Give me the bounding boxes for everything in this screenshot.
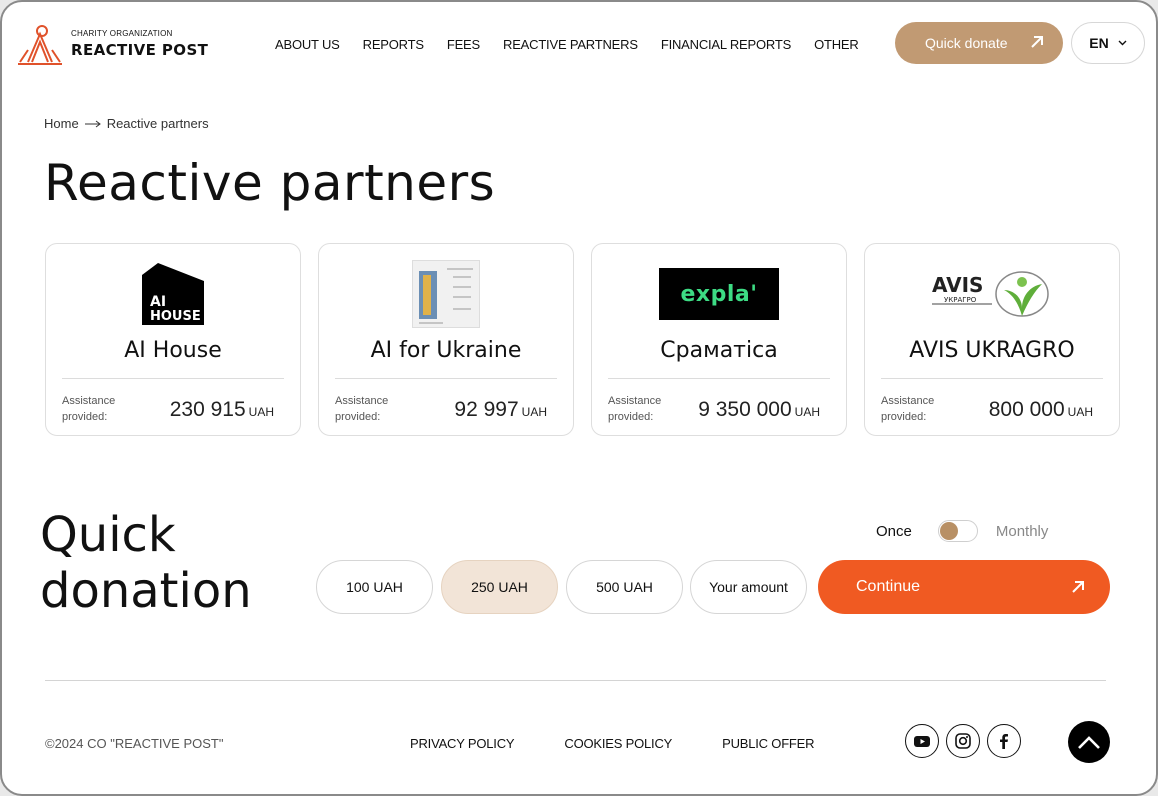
assistance-amount: 92 997 UAH [454,398,547,422]
chevron-up-icon [1078,736,1100,749]
page-title: Reactive partners [44,154,496,212]
amount-value: 9 350 000 [698,398,792,421]
site-logo[interactable]: CHARITY ORGANIZATION REACTIVE POST [16,22,208,66]
language-label: EN [1089,35,1109,51]
svg-text:AI: AI [150,294,166,310]
logo-tagline: CHARITY ORGANIZATION [71,29,173,38]
amount-value: 800 000 [988,398,1065,421]
assistance-label: Assistance provided: [608,395,662,423]
svg-text:УКРАГРО: УКРАГРО [944,296,977,304]
nav-financial-reports[interactable]: FINANCIAL REPORTS [661,37,791,52]
amount-currency: UAH [521,405,547,419]
partner-card[interactable]: AVIS УКРАГРО AVIS UKRAGRO Assistance pro… [864,243,1120,436]
quick-donate-button[interactable]: Quick donate [895,22,1063,64]
breadcrumb: Home Reactive partners [44,116,209,131]
card-divider [608,378,830,379]
partner-card[interactable]: AI for Ukraine Assistance provided: 92 9… [318,243,574,436]
amount-currency: UAH [1067,405,1093,419]
amount-currency: UAH [794,405,820,419]
partner-name: AI House [124,338,222,363]
card-divider [62,378,284,379]
aihouse-logo: AI HOUSE [142,263,204,325]
card-divider [335,378,557,379]
partner-name: AI for Ukraine [370,338,522,363]
instagram-link[interactable] [946,724,980,758]
privacy-policy-link[interactable]: PRIVACY POLICY [410,736,515,751]
partner-name: Cpaматica [660,338,778,363]
main-nav: ABOUT US REPORTS FEES REACTIVE PARTNERS … [275,37,882,52]
poster-logo [412,260,480,328]
public-offer-link[interactable]: PUBLIC OFFER [722,736,814,751]
nav-fees[interactable]: FEES [447,37,480,52]
assistance-label: Assistance provided: [881,395,935,423]
footer-divider [45,680,1106,681]
cookies-policy-link[interactable]: COOKIES POLICY [564,736,672,751]
assistance-label: Assistance provided: [335,395,389,423]
monthly-label[interactable]: Monthly [996,523,1049,540]
svg-text:AVIS: AVIS [932,273,983,297]
partner-cards: AI HOUSE AI House Assistance provided: 2… [45,243,1120,436]
partner-card[interactable]: expla' Cpaматica Assistance provided: 9 … [591,243,847,436]
breadcrumb-current: Reactive partners [106,116,209,131]
amount-250-button[interactable]: 250 UAH [441,560,558,614]
amount-value: 92 997 [454,398,519,421]
copyright: ©2024 CO "REACTIVE POST" [45,736,224,751]
nav-other[interactable]: OTHER [814,37,859,52]
amount-value: 230 915 [169,398,246,421]
assistance-amount: 800 000 UAH [989,398,1093,422]
partner-card[interactable]: AI HOUSE AI House Assistance provided: 2… [45,243,301,436]
instagram-icon [955,733,971,749]
facebook-link[interactable] [987,724,1021,758]
amount-500-button[interactable]: 500 UAH [566,560,683,614]
quick-donation-title-line1: Quick [40,507,176,563]
card-divider [881,378,1103,379]
logo-name: REACTIVE POST [71,41,209,59]
assistance-label: Assistance provided: [62,395,116,423]
footer-links: PRIVACY POLICY COOKIES POLICY PUBLIC OFF… [410,736,864,751]
custom-amount-button[interactable]: Your amount [690,560,807,614]
quick-donation-title-line2: donation [40,563,252,619]
social-links [905,724,1021,758]
back-to-top-button[interactable] [1068,721,1110,763]
partner-name: AVIS UKRAGRO [909,338,1075,363]
nav-reports[interactable]: REPORTS [363,37,424,52]
nav-about-us[interactable]: ABOUT US [275,37,340,52]
youtube-link[interactable] [905,724,939,758]
arrow-right-icon [84,120,101,127]
chevron-down-icon [1118,40,1127,46]
toggle-knob [939,522,958,540]
continue-label: Continue [856,578,921,595]
facebook-icon [1000,734,1008,749]
nav-reactive-partners[interactable]: REACTIVE PARTNERS [503,37,638,52]
avis-logo: AVIS УКРАГРО [932,271,1049,317]
svg-text:HOUSE: HOUSE [150,309,201,324]
continue-button[interactable]: Continue [818,560,1110,614]
bird-logo-icon [18,25,62,65]
quick-donate-label: Quick donate [925,35,1008,51]
quick-donation-title: Quick donation [40,507,252,619]
youtube-icon [914,736,930,747]
page: CHARITY ORGANIZATION REACTIVE POST ABOUT… [0,0,1158,796]
amount-100-button[interactable]: 100 UAH [316,560,433,614]
explaa-logo: expla' [659,268,779,320]
breadcrumb-home[interactable]: Home [44,116,79,131]
frequency-toggle-row: Once Monthly [876,520,1048,542]
arrow-up-right-icon [1072,581,1084,593]
once-label[interactable]: Once [876,523,912,540]
assistance-amount: 230 915 UAH [170,398,274,422]
assistance-amount: 9 350 000 UAH [698,398,820,422]
arrow-up-right-icon [1031,36,1043,48]
amount-currency: UAH [248,405,274,419]
language-selector[interactable]: EN [1071,22,1145,64]
frequency-toggle[interactable] [937,520,978,542]
